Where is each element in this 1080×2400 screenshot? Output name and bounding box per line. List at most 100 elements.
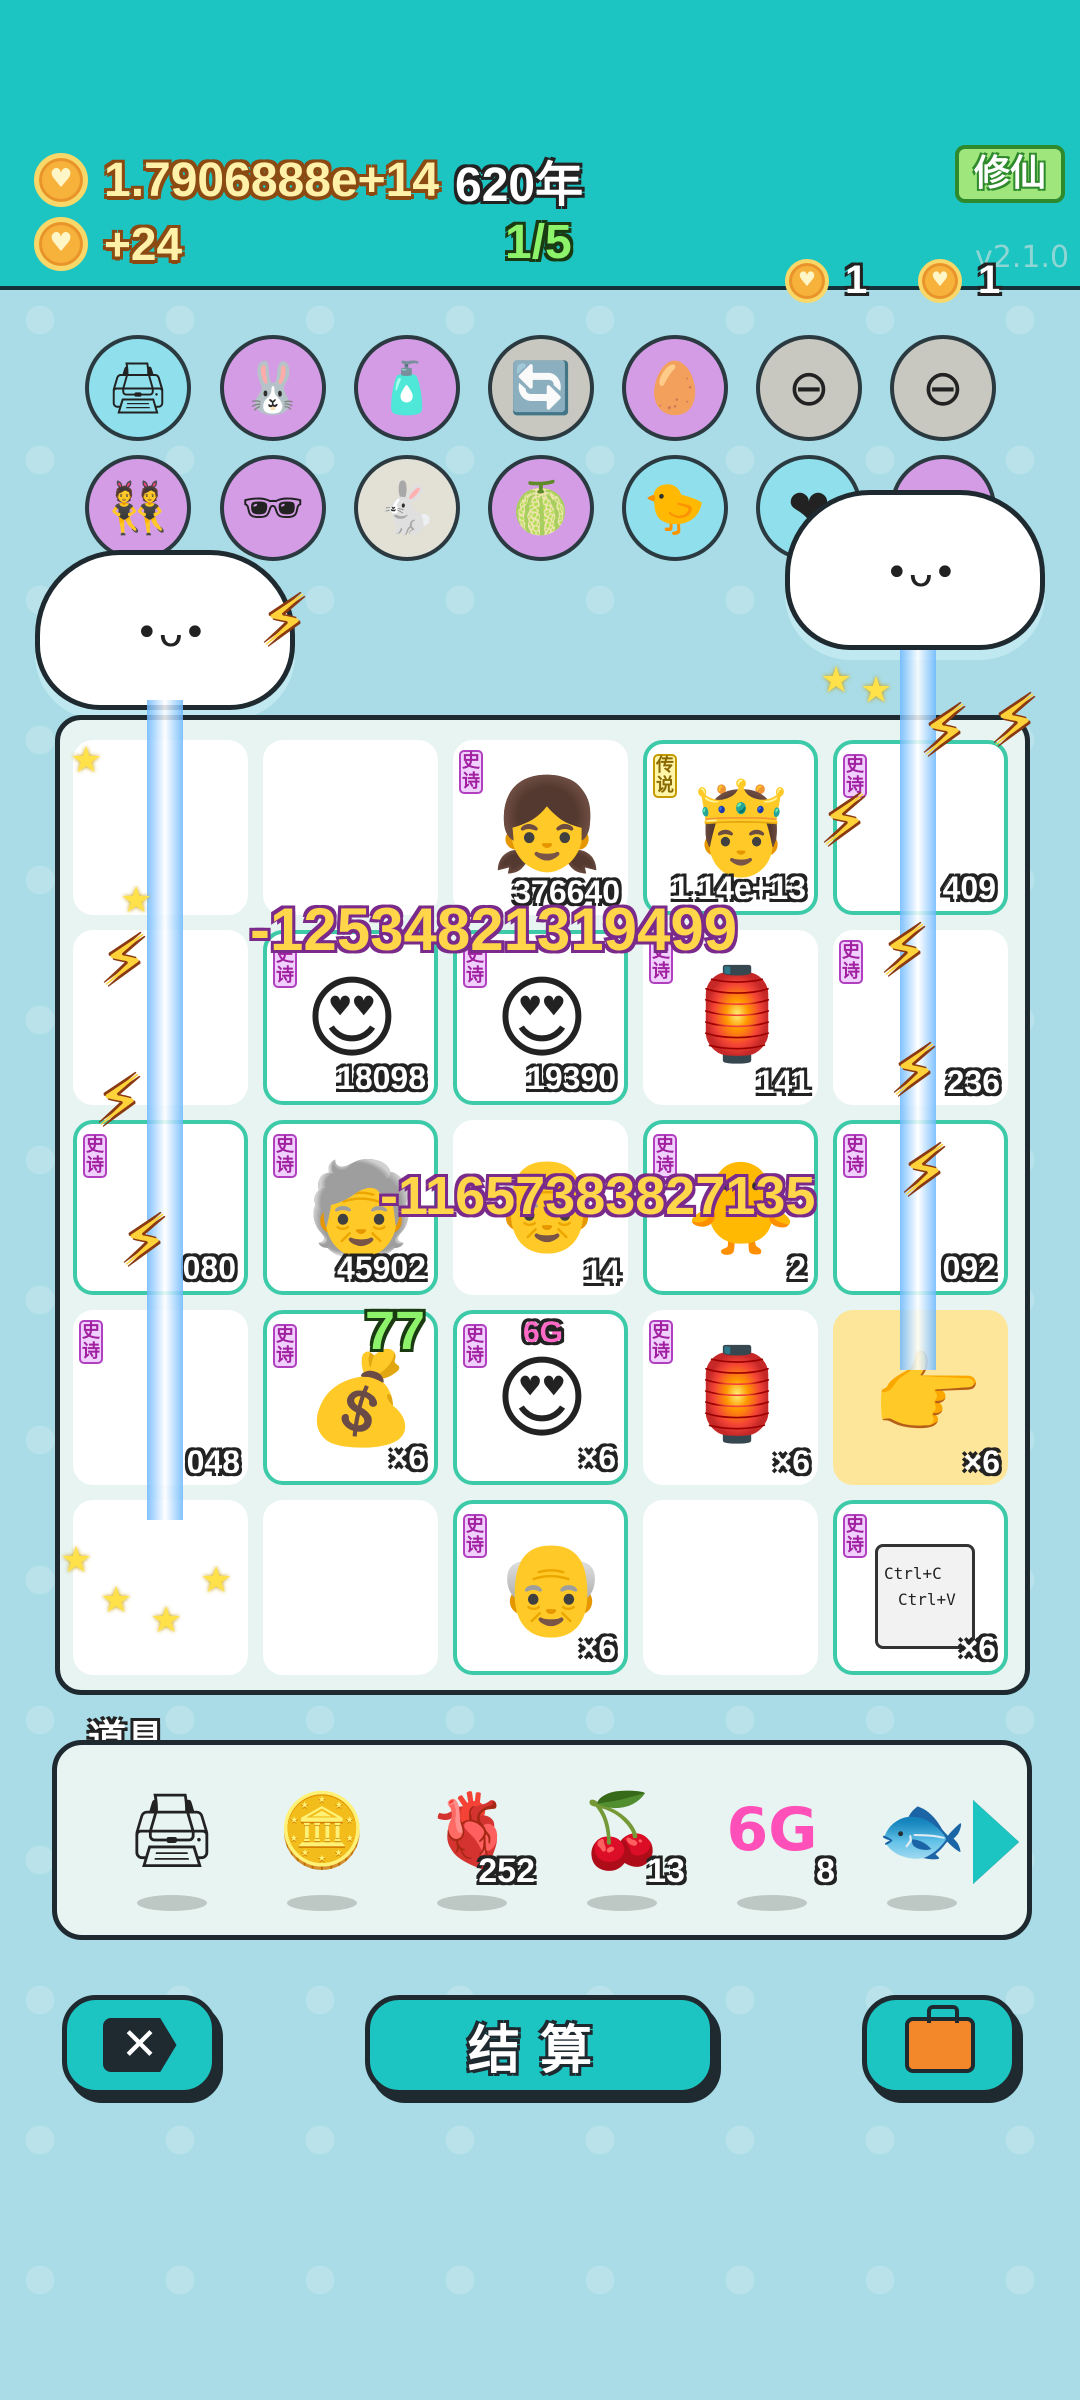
lightning-bolt-icon: ⚡ bbox=[920, 690, 970, 772]
rarity-tag: 史诗 bbox=[273, 1134, 297, 1178]
cell-value: 048 bbox=[186, 1444, 240, 1480]
rabbit-icon[interactable]: 🐇 bbox=[354, 455, 460, 561]
cell-value: 45902 bbox=[337, 1250, 426, 1286]
crowned-elder-icon: 👴 bbox=[495, 1536, 608, 1641]
prop-dollar[interactable]: 🪙 bbox=[267, 1775, 377, 1911]
board-cell[interactable] bbox=[643, 1500, 818, 1675]
gold-rate: +24 bbox=[104, 218, 183, 270]
lightning-bolt-icon: ⚡ bbox=[95, 1060, 145, 1142]
cell-value: ×6 bbox=[579, 1630, 616, 1666]
years-counter: 620年 bbox=[455, 159, 584, 212]
ctrl-v-label: Ctrl+V bbox=[898, 1590, 956, 1609]
minus-icon[interactable]: ⊖ bbox=[756, 335, 862, 441]
star-icon: ★ bbox=[60, 1540, 93, 1581]
lightning-bolt-icon: ⚡ bbox=[820, 780, 870, 862]
coin-badge-b: 1 bbox=[918, 258, 1000, 303]
board-cell[interactable]: 史诗 👴 ×6 bbox=[453, 1500, 628, 1675]
prop-shadow bbox=[737, 1895, 807, 1911]
cell-value: 092 bbox=[942, 1250, 996, 1286]
gold-coin-icon bbox=[918, 258, 962, 303]
cloud-character-right: •ᴗ• bbox=[790, 495, 1040, 645]
chick-icon[interactable]: 🐤 bbox=[622, 455, 728, 561]
6g-label: 6G bbox=[523, 1316, 564, 1349]
star-icon: ★ bbox=[120, 880, 153, 921]
dollar-coin-icon: 🪙 bbox=[277, 1788, 367, 1872]
settle-button[interactable]: 结算 bbox=[365, 1995, 715, 2095]
printer-icon: 🖨 bbox=[126, 1788, 218, 1872]
close-icon: ✕ bbox=[102, 2018, 177, 2072]
rabbit-icon[interactable]: 🐰 bbox=[220, 335, 326, 441]
settle-label: 结算 bbox=[467, 2020, 612, 2081]
exit-button[interactable]: ✕ bbox=[62, 1995, 217, 2095]
6g-icon: 6G bbox=[726, 1795, 818, 1865]
board-cell[interactable] bbox=[263, 740, 438, 915]
rarity-tag: 史诗 bbox=[459, 750, 483, 794]
prop-count: 8 bbox=[816, 1852, 835, 1890]
rarity-tag: 史诗 bbox=[843, 1134, 867, 1178]
egg-icon[interactable]: 🥚 bbox=[622, 335, 728, 441]
cell-value: 19390 bbox=[527, 1060, 616, 1096]
star-icon: ★ bbox=[200, 1560, 233, 1601]
prop-liver[interactable]: 🫀 252 bbox=[417, 1775, 535, 1911]
briefcase-button[interactable] bbox=[862, 1995, 1017, 2095]
prop-count: 13 bbox=[647, 1852, 685, 1890]
crowned-heart-eyes-icon: 😍 bbox=[495, 1346, 589, 1451]
minus-icon[interactable]: ⊖ bbox=[890, 335, 996, 441]
damage-number-b: -11657383827135 bbox=[380, 1166, 816, 1226]
top-bar: 1.7906888e+14 620年 +24 1/5 修仙 v2.1.0 bbox=[0, 0, 1080, 290]
twin-figures-icon[interactable]: 👯 bbox=[85, 455, 191, 561]
gold-coin-icon bbox=[785, 258, 829, 303]
cell-value: ×6 bbox=[389, 1440, 426, 1476]
gold-total: 1.7906888e+14 bbox=[104, 153, 440, 207]
prop-koi[interactable]: 🐟 bbox=[867, 1775, 977, 1911]
board-cell[interactable]: 传说 🤴 1.14e+13 bbox=[643, 740, 818, 915]
printer-warning-icon[interactable]: 🖨 bbox=[85, 335, 191, 441]
cell-value: 141 bbox=[756, 1064, 810, 1100]
cell-value: 18098 bbox=[337, 1060, 426, 1096]
lightning-bolt-icon: ⚡ bbox=[990, 680, 1040, 762]
cell-value: ×6 bbox=[773, 1444, 810, 1480]
girl-character-icon: 👧 bbox=[491, 772, 604, 877]
prop-count: 252 bbox=[478, 1852, 535, 1890]
lightning-beam-left bbox=[147, 700, 183, 1520]
board-cell[interactable]: 史诗 6G 😍 ×6 bbox=[453, 1310, 628, 1485]
cell-value: 2 bbox=[788, 1250, 806, 1286]
coin-badge-b-value: 1 bbox=[978, 258, 1001, 302]
lightning-bolt-icon: ⚡ bbox=[100, 920, 150, 1002]
koi-icon: 🐟 bbox=[877, 1788, 967, 1872]
board-cell[interactable] bbox=[263, 1500, 438, 1675]
star-icon: ★ bbox=[150, 1600, 183, 1641]
props-panel: 🖨 🪙 🫀 252 🍒 13 6G 8 🐟 bbox=[52, 1740, 1032, 1940]
prop-shadow bbox=[437, 1895, 507, 1911]
star-icon: ★ bbox=[860, 670, 893, 711]
cell-value: 236 bbox=[946, 1064, 1000, 1100]
board-cell[interactable]: 史诗 🏮 ×6 bbox=[643, 1310, 818, 1485]
crowned-elder-icon: 🤴 bbox=[685, 776, 798, 881]
cell-value: ×6 bbox=[963, 1444, 1000, 1480]
gold-coin-icon bbox=[34, 217, 88, 271]
prop-printer[interactable]: 🖨 bbox=[117, 1775, 227, 1911]
prop-bayberry[interactable]: 🍒 13 bbox=[567, 1775, 685, 1911]
rarity-tag: 史诗 bbox=[839, 940, 863, 984]
rabbit-house-icon: 🏮 bbox=[681, 1342, 794, 1447]
xiuxian-button[interactable]: 修仙 bbox=[955, 145, 1065, 203]
board-cell[interactable]: 史诗 👧 376640 bbox=[453, 740, 628, 915]
next-arrow-icon[interactable] bbox=[973, 1800, 1019, 1884]
heal-number: 77 bbox=[365, 1301, 426, 1361]
cell-value: ×6 bbox=[959, 1630, 996, 1666]
board-cell[interactable]: 史诗 Ctrl+C Ctrl+V ×6 bbox=[833, 1500, 1008, 1675]
lightning-bolt-icon: ⚡ bbox=[260, 580, 310, 662]
stage-indicator: 1/5 bbox=[505, 216, 572, 269]
lightning-bolt-icon: ⚡ bbox=[900, 1130, 950, 1212]
cell-value: ×6 bbox=[579, 1440, 616, 1476]
briefcase-icon bbox=[904, 2005, 975, 2073]
rabbit-house-icon: 🏮 bbox=[681, 962, 794, 1067]
rarity-tag: 史诗 bbox=[463, 1514, 487, 1558]
sunglasses-icon[interactable]: 🕶 bbox=[220, 455, 326, 561]
refresh-icon[interactable]: 🔄 bbox=[488, 335, 594, 441]
rarity-tag: 史诗 bbox=[463, 1324, 487, 1368]
cloud-character-left: •ᴗ• bbox=[40, 555, 290, 705]
prop-6g[interactable]: 6G 8 bbox=[717, 1775, 835, 1911]
spray-bottle-icon[interactable]: 🧴 bbox=[354, 335, 460, 441]
grapefruit-icon[interactable]: 🍈 bbox=[488, 455, 594, 561]
